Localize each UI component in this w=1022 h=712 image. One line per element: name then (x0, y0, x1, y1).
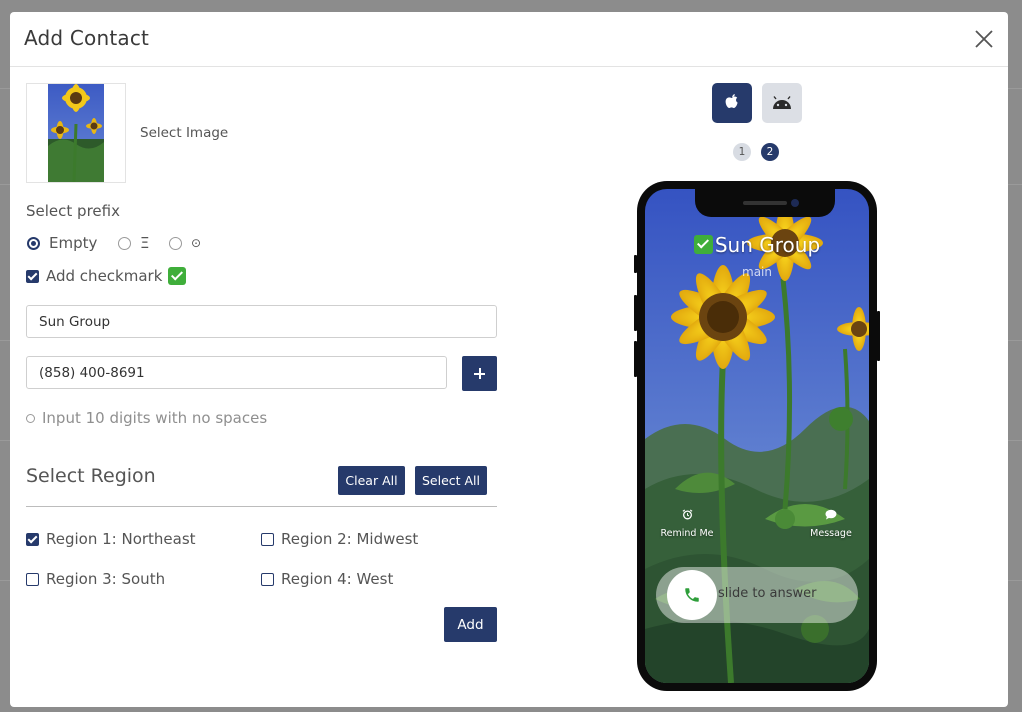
caller-name-text: Sun Group (714, 233, 821, 257)
region-west[interactable]: Region 4: West (261, 570, 393, 588)
add-checkmark-label: Add checkmark (46, 267, 163, 285)
region-northeast[interactable]: Region 1: Northeast (26, 530, 196, 548)
answer-knob[interactable] (667, 570, 717, 620)
region-south[interactable]: Region 3: South (26, 570, 165, 588)
camera-icon (791, 199, 799, 207)
contact-image-preview[interactable] (26, 83, 126, 183)
prefix-option-circle[interactable]: ⊙ (169, 234, 201, 252)
remind-me-action[interactable]: Remind Me (647, 505, 727, 539)
add-checkmark-toggle[interactable]: Add checkmark (26, 267, 187, 285)
phone-side-button (634, 341, 637, 377)
prefix-option-label: ⊙ (191, 236, 202, 250)
region-label: Region 1: Northeast (46, 530, 196, 548)
caller-subtitle: main (742, 265, 772, 279)
phone-notch (695, 189, 835, 217)
caller-name: Sun Group (645, 233, 869, 257)
phone-side-button (877, 311, 880, 361)
region-midwest[interactable]: Region 2: Midwest (261, 530, 418, 548)
alarm-clock-icon (682, 509, 692, 520)
divider (26, 506, 497, 507)
select-region-title: Select Region (26, 465, 156, 487)
message-action[interactable]: Message (791, 505, 869, 539)
prefix-label: Select prefix (26, 202, 120, 220)
android-preview-button[interactable] (762, 83, 802, 123)
message-label: Message (810, 528, 852, 539)
phone-side-button (634, 295, 637, 331)
checkbox[interactable] (261, 532, 274, 546)
prefix-option-empty[interactable]: Empty (27, 234, 97, 252)
green-check-icon (168, 267, 187, 285)
phone-hint-text: Input 10 digits with no spaces (42, 409, 268, 427)
step-2[interactable]: 2 (761, 143, 779, 161)
slide-to-answer-label: slide to answer (718, 586, 817, 601)
add-contact-modal: Add Contact Select Image Select prefix E… (10, 12, 1008, 707)
prefix-option-xi[interactable]: Ξ (118, 234, 149, 252)
modal-header: Add Contact (10, 12, 1008, 67)
green-check-icon (693, 235, 713, 254)
phone-preview: Sun Group main Remind Me Message slide t… (634, 181, 880, 691)
phone-side-button (634, 255, 637, 273)
modal-title: Add Contact (24, 26, 150, 50)
close-button[interactable] (972, 27, 996, 51)
select-all-button[interactable]: Select All (415, 466, 487, 495)
sunflower-thumbnail (48, 84, 104, 182)
checkbox[interactable] (261, 572, 274, 586)
select-image-link[interactable]: Select Image (140, 125, 228, 141)
close-icon (975, 30, 993, 48)
add-button[interactable]: Add (444, 607, 497, 642)
region-label: Region 3: South (46, 570, 166, 588)
ios-preview-button[interactable] (712, 83, 752, 123)
phone-icon (685, 588, 699, 602)
checkbox[interactable] (26, 269, 39, 283)
speaker (743, 201, 787, 205)
clear-all-button[interactable]: Clear All (338, 466, 405, 495)
radio-button[interactable] (169, 236, 182, 250)
phone-hint: Input 10 digits with no spaces (26, 409, 267, 427)
region-label: Region 2: Midwest (281, 530, 419, 548)
phone-screen: Sun Group main Remind Me Message slide t… (645, 189, 869, 683)
contact-name-input[interactable] (26, 305, 497, 338)
radio-button[interactable] (27, 236, 40, 250)
checkbox[interactable] (26, 532, 39, 546)
checkbox[interactable] (26, 572, 39, 586)
prefix-option-label: Ξ (140, 234, 150, 252)
slide-to-answer[interactable]: slide to answer (656, 567, 858, 623)
prefix-option-label: Empty (49, 234, 98, 252)
radio-button[interactable] (118, 236, 131, 250)
remind-me-label: Remind Me (660, 528, 714, 539)
bullet-icon (26, 413, 35, 423)
apple-icon (725, 94, 738, 108)
message-bubble-icon (825, 509, 837, 520)
step-1[interactable]: 1 (733, 143, 751, 161)
phone-number-input[interactable] (26, 356, 447, 389)
android-icon (773, 96, 791, 109)
region-label: Region 4: West (281, 570, 394, 588)
add-phone-button[interactable] (462, 356, 497, 391)
